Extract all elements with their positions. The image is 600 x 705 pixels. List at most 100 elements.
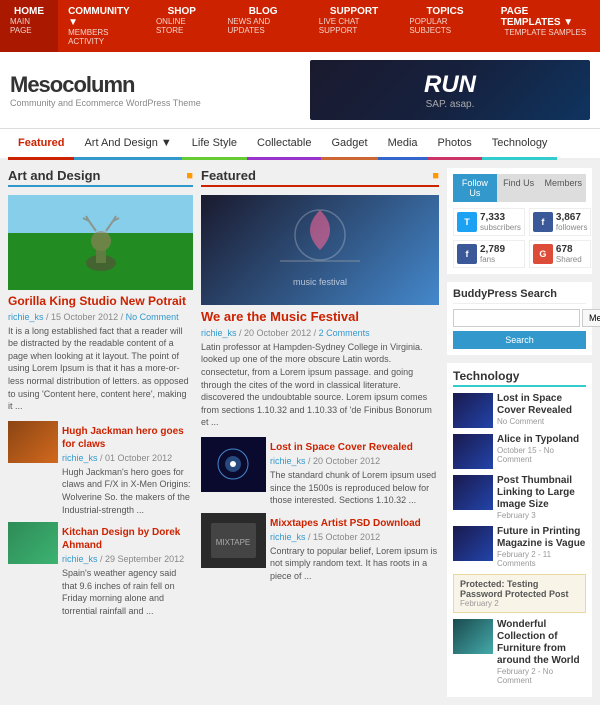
art-small-title-1[interactable]: Hugh Jackman hero goes for claws bbox=[62, 425, 193, 451]
site-branding: Mesocolumn Community and Ecommerce WordP… bbox=[10, 72, 310, 108]
top-nav-item-support[interactable]: SUPPORTlive chat support bbox=[309, 0, 400, 52]
cat-nav-item-technology[interactable]: Technology bbox=[482, 129, 558, 160]
art-main-author[interactable]: richie_ks bbox=[8, 312, 44, 322]
search-input-row: Members bbox=[453, 309, 586, 327]
svg-text:music festival: music festival bbox=[293, 277, 347, 287]
top-nav-item-home[interactable]: HOMEmain page bbox=[0, 0, 58, 52]
tech-last-article: Wonderful Collection of Furniture from a… bbox=[453, 619, 586, 685]
featured-main-title[interactable]: We are the Music Festival bbox=[201, 309, 439, 326]
top-nav-label: COMMUNITY ▼ bbox=[68, 6, 136, 28]
featured-rss-icon[interactable]: ■ bbox=[432, 170, 439, 182]
cat-nav-item-gadget[interactable]: Gadget bbox=[321, 129, 377, 160]
cat-nav-item-collectable[interactable]: Collectable bbox=[247, 129, 321, 160]
protected-date: February 2 bbox=[460, 599, 579, 608]
art-small-content-1: Hugh Jackman hero goes for claws richie_… bbox=[62, 421, 193, 516]
art-small-title-2[interactable]: Kitchan Design by Dorek Ahmand bbox=[62, 526, 193, 552]
tech-article-1: Alice in Typoland October 15 - No Commen… bbox=[453, 434, 586, 469]
tech-article-title-1[interactable]: Alice in Typoland bbox=[497, 434, 586, 446]
featured-small-title-1[interactable]: Lost in Space Cover Revealed bbox=[270, 441, 439, 454]
social-twitter: T 7,333 subscribers bbox=[453, 208, 525, 236]
banner-text: RUN bbox=[424, 71, 476, 99]
featured-main-author[interactable]: richie_ks bbox=[201, 328, 237, 338]
art-main-comment[interactable]: No Comment bbox=[126, 312, 179, 322]
tech-last-content: Wonderful Collection of Furniture from a… bbox=[497, 619, 586, 685]
top-nav-item-topics[interactable]: TOPICSpopular subjects bbox=[399, 0, 490, 52]
facebook-icon: f bbox=[533, 212, 553, 232]
search-input[interactable] bbox=[453, 309, 580, 327]
shared-info: 678 Shared bbox=[556, 244, 582, 264]
featured-section-header: Featured ■ bbox=[201, 168, 439, 187]
cat-nav-item-media[interactable]: Media bbox=[378, 129, 428, 160]
featured-small-meta-2: richie_ks / 15 October 2012 bbox=[270, 532, 439, 542]
cat-nav-item-art-and-design[interactable]: Art And Design ▼ bbox=[74, 129, 181, 160]
cat-nav-item-featured[interactable]: Featured bbox=[8, 129, 74, 160]
banner-sub: SAP. asap. bbox=[424, 99, 476, 110]
tech-article-image-3 bbox=[453, 526, 493, 561]
svg-text:MIXTAPE: MIXTAPE bbox=[216, 538, 251, 547]
featured-small-article-2: MIXTAPE Mixxtapes Artist PSD Download ri… bbox=[201, 513, 439, 583]
fans-info: 2,789 fans bbox=[480, 244, 505, 264]
twitter-count: 7,333 bbox=[480, 212, 521, 223]
art-small-article-1: Hugh Jackman hero goes for claws richie_… bbox=[8, 421, 193, 516]
tech-article-3: Future in Printing Magazine is Vague Feb… bbox=[453, 526, 586, 568]
tab-follow-us[interactable]: Follow Us bbox=[453, 174, 497, 202]
top-nav-item-shop[interactable]: SHOPonline store bbox=[146, 0, 218, 52]
middle-column: Featured ■ music festival We are the Mus… bbox=[201, 168, 439, 697]
art-small-author-2[interactable]: richie_ks bbox=[62, 554, 98, 564]
top-nav-label: BLOG bbox=[249, 6, 278, 17]
art-small-author-1[interactable]: richie_ks bbox=[62, 453, 98, 463]
facebook-info: 3,867 followers bbox=[556, 212, 588, 232]
cat-nav-item-photos[interactable]: Photos bbox=[428, 129, 482, 160]
tech-last-title[interactable]: Wonderful Collection of Furniture from a… bbox=[497, 619, 586, 667]
site-title: Mesocolumn bbox=[10, 72, 310, 98]
featured-small-title-2[interactable]: Mixxtapes Artist PSD Download bbox=[270, 517, 439, 530]
tech-article-image-1 bbox=[453, 434, 493, 469]
featured-small-author-2[interactable]: richie_ks bbox=[270, 532, 306, 542]
technology-section: Technology Lost in Space Cover Revealed … bbox=[447, 363, 592, 697]
tech-article-image-0 bbox=[453, 393, 493, 428]
art-rss-icon[interactable]: ■ bbox=[186, 170, 193, 182]
featured-small-excerpt-1: The standard chunk of Lorem ipsum used s… bbox=[270, 469, 439, 507]
art-main-title[interactable]: Gorilla King Studio New Potrait bbox=[8, 294, 193, 310]
top-nav-label: HOME bbox=[14, 6, 44, 17]
featured-main-image: music festival bbox=[201, 195, 439, 305]
featured-small-author-1[interactable]: richie_ks bbox=[270, 456, 306, 466]
site-description: Community and Ecommerce WordPress Theme bbox=[10, 98, 310, 108]
top-nav-item-page-templates[interactable]: PAGE TEMPLATES ▼template samples bbox=[491, 0, 600, 52]
featured-section-title: Featured bbox=[201, 168, 256, 183]
top-nav-item-community[interactable]: COMMUNITY ▼members activity bbox=[58, 0, 146, 52]
tech-article-title-3[interactable]: Future in Printing Magazine is Vague bbox=[497, 526, 586, 550]
twitter-info: 7,333 subscribers bbox=[480, 212, 521, 232]
art-small-excerpt-2: Spain's weather agency said that 9.6 inc… bbox=[62, 567, 193, 617]
tech-article-meta-3: February 2 - 11 Comments bbox=[497, 550, 586, 568]
tech-article-2: Post Thumbnail Linking to Large Image Si… bbox=[453, 475, 586, 520]
protected-title: Protected: Testing Password Protected Po… bbox=[460, 579, 579, 599]
tab-find-us[interactable]: Find Us bbox=[497, 174, 541, 202]
category-navigation: FeaturedArt And Design ▼Life StyleCollec… bbox=[0, 129, 600, 160]
fans-label: fans bbox=[480, 255, 505, 264]
art-small-excerpt-1: Hugh Jackman's hero goes for claws and F… bbox=[62, 466, 193, 516]
featured-small-image-2: MIXTAPE bbox=[201, 513, 266, 568]
cat-nav-item-life-style[interactable]: Life Style bbox=[182, 129, 247, 160]
social-box: Follow Us Find Us Members T 7,333 subscr… bbox=[447, 168, 592, 274]
tech-article-title-0[interactable]: Lost in Space Cover Revealed bbox=[497, 393, 586, 417]
tech-article-meta-0: No Comment bbox=[497, 417, 586, 426]
featured-main-article: music festival We are the Music Festival… bbox=[201, 195, 439, 429]
art-main-article: Gorilla King Studio New Potrait richie_k… bbox=[8, 195, 193, 413]
site-header: Mesocolumn Community and Ecommerce WordP… bbox=[0, 52, 600, 129]
shared-label: Shared bbox=[556, 255, 582, 264]
featured-main-comment[interactable]: 2 Comments bbox=[319, 328, 370, 338]
header-banner: RUN SAP. asap. bbox=[310, 60, 590, 120]
tech-article-meta-2: February 3 bbox=[497, 511, 586, 520]
tech-article-title-2[interactable]: Post Thumbnail Linking to Large Image Si… bbox=[497, 475, 586, 511]
art-main-image bbox=[8, 195, 193, 290]
search-select[interactable]: Members bbox=[582, 309, 600, 327]
tab-members[interactable]: Members bbox=[541, 174, 587, 202]
search-button[interactable]: Search bbox=[453, 331, 586, 349]
featured-small-excerpt-2: Contrary to popular belief, Lorem ipsum … bbox=[270, 545, 439, 583]
top-nav-item-blog[interactable]: BLOGnews and updates bbox=[218, 0, 309, 52]
left-column: Art and Design ■ Gorilla King Studio New bbox=[8, 168, 193, 697]
art-small-image-2 bbox=[8, 522, 58, 564]
tech-last-image bbox=[453, 619, 493, 654]
twitter-label: subscribers bbox=[480, 223, 521, 232]
